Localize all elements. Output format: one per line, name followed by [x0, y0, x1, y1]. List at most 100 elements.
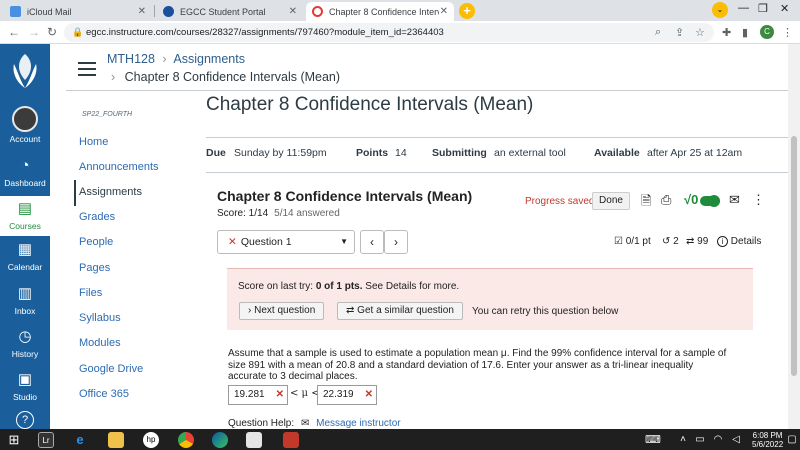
global-navigation: Account ◔ Dashboard ▤ Courses ▦ Calendar…	[0, 44, 50, 429]
available-label: Available	[594, 147, 640, 159]
new-tab-button[interactable]: +	[459, 3, 475, 19]
restore-icon[interactable]: ❐	[758, 2, 768, 15]
chevron-right-icon: ›	[248, 305, 252, 316]
tab-chapter-8[interactable]: Chapter 8 Confidence Intervals (M ✕	[306, 2, 454, 21]
tab-egcc-student-portal[interactable]: EGCC Student Portal ✕	[157, 2, 303, 21]
forward-icon[interactable]: →	[28, 25, 40, 39]
url-bar[interactable]: 🔒 egcc.instructure.com/courses/28327/ass…	[64, 23, 714, 42]
volume-icon[interactable]: ◁	[728, 432, 744, 448]
canvas-favicon-icon	[312, 6, 323, 17]
close-window-icon[interactable]: ✕	[780, 2, 789, 15]
lock-icon: 🔒	[72, 27, 84, 37]
print-icon[interactable]: ⎙	[661, 192, 671, 208]
hp-icon[interactable]: hp	[143, 432, 159, 448]
due-value: Sunday by 11:59pm	[234, 147, 327, 159]
reload-icon[interactable]: ↻	[47, 25, 57, 39]
course-nav-people[interactable]: People	[79, 236, 113, 248]
similar-question-button[interactable]: ⇄ Get a similar question	[337, 302, 463, 320]
bookmark-star-icon[interactable]: ☆	[695, 26, 705, 39]
close-tab-icon[interactable]: ✕	[138, 6, 146, 17]
nav-courses[interactable]: ▤ Courses	[0, 196, 50, 236]
course-nav-assignments[interactable]: Assignments	[79, 186, 142, 198]
course-nav-office-365[interactable]: Office 365	[79, 388, 129, 400]
tab-icloud-mail[interactable]: iCloud Mail ✕	[4, 2, 152, 21]
message-instructor-link[interactable]: Message instructor	[316, 418, 400, 429]
question-points: ☑ 0/1 pt	[614, 236, 651, 247]
details-button[interactable]: i Details	[717, 236, 761, 247]
menu-kebab-icon[interactable]: ⋮	[782, 26, 793, 39]
close-tab-icon[interactable]: ✕	[440, 6, 448, 17]
file-explorer-icon[interactable]	[108, 432, 124, 448]
course-nav-files[interactable]: Files	[79, 287, 102, 299]
lightroom-icon[interactable]: Lr	[38, 432, 54, 448]
upper-bound-input[interactable]: 22.319 ✕	[317, 385, 377, 405]
minimize-icon[interactable]: —	[738, 2, 749, 14]
previous-question-button[interactable]: ‹	[360, 230, 384, 254]
nav-account[interactable]: Account	[0, 106, 50, 144]
done-button[interactable]: Done	[592, 192, 630, 210]
nav-dashboard[interactable]: ◔ Dashboard	[0, 156, 50, 188]
available-value: after Apr 25 at 12am	[647, 147, 743, 159]
next-question-arrow-button[interactable]: ›	[384, 230, 408, 254]
mail-icon[interactable]: ✉	[729, 192, 740, 208]
lower-bound-input[interactable]: 19.281 ✕	[228, 385, 288, 405]
course-nav-google-drive[interactable]: Google Drive	[79, 363, 143, 375]
keyboard-icon[interactable]: ⌨	[645, 432, 661, 448]
hamburger-menu-icon[interactable]	[78, 62, 96, 76]
next-question-button[interactable]: › Next question	[239, 302, 325, 320]
windows-start-icon[interactable]: ⊞	[6, 432, 22, 448]
share-icon[interactable]: ⇪	[675, 26, 684, 39]
icloud-favicon-icon	[10, 6, 21, 17]
breadcrumb-assignments[interactable]: Assignments	[173, 52, 245, 66]
profile-avatar[interactable]: C	[760, 25, 774, 39]
chrome-icon[interactable]	[178, 432, 194, 448]
checkbox-icon: ☑	[614, 236, 623, 247]
mcafee-icon[interactable]	[283, 432, 299, 448]
close-tab-icon[interactable]: ✕	[289, 6, 297, 17]
nav-inbox[interactable]: ▥ Inbox	[0, 284, 50, 316]
course-nav-syllabus[interactable]: Syllabus	[79, 312, 121, 324]
edge-legacy-icon[interactable]: e	[72, 432, 88, 448]
course-nav-pages[interactable]: Pages	[79, 262, 110, 274]
wifi-icon[interactable]: ◠	[710, 432, 726, 448]
notifications-icon[interactable]: ▢	[784, 432, 800, 448]
more-options-icon[interactable]: ⋮	[752, 192, 765, 208]
course-nav-home[interactable]: Home	[79, 136, 108, 148]
calendar-icon: ▦	[17, 241, 33, 258]
question-select[interactable]: ✕ Question 1 ▼	[217, 230, 355, 254]
course-nav-modules[interactable]: Modules	[79, 337, 121, 349]
canvas-logo-icon[interactable]	[8, 50, 42, 94]
course-nav-grades[interactable]: Grades	[79, 211, 115, 223]
store-icon[interactable]	[246, 432, 262, 448]
scrollbar-thumb[interactable]	[791, 136, 797, 376]
page-scrollbar[interactable]	[788, 44, 800, 429]
taskbar-clock[interactable]: 6:08 PM 5/6/2022	[752, 431, 783, 449]
retry-icon: ↺	[662, 236, 671, 247]
chevron-down-icon: ▼	[340, 237, 348, 246]
search-icon[interactable]: ⌕	[655, 26, 661, 39]
nav-history[interactable]: ◷ History	[0, 327, 50, 359]
back-icon[interactable]: ←	[8, 25, 20, 39]
battery-icon[interactable]: ▭	[692, 432, 708, 448]
taskbar: ⊞ Lr e hp ⌨ ˄ ▭ ◠ ◁ 6:08 PM 5/6/2022 ▢	[0, 429, 800, 450]
history-icon: ◷	[18, 328, 32, 345]
breadcrumb-course[interactable]: MTH128	[107, 52, 155, 66]
nav-help[interactable]: ?	[0, 411, 50, 431]
course-nav-announcements[interactable]: Announcements	[79, 161, 159, 173]
quiz-score: Score: 1/14 5/14 answered	[217, 208, 340, 219]
nav-studio[interactable]: ▣ Studio	[0, 370, 50, 402]
math-entry-icon[interactable]: √0	[684, 192, 698, 207]
attempts-remaining: ⇄ 99	[686, 236, 709, 247]
extensions-icon[interactable]: ✚	[722, 26, 731, 39]
side-panel-icon[interactable]: ▮	[742, 26, 748, 39]
info-icon: i	[717, 236, 728, 247]
system-tray-chevron-icon[interactable]: ˄	[675, 432, 691, 448]
tab-search-icon[interactable]: ⌄	[712, 2, 728, 18]
document-icon[interactable]: 🗎	[641, 192, 651, 214]
tab-separator	[154, 5, 155, 17]
nav-calendar[interactable]: ▦ Calendar	[0, 240, 50, 272]
math-entry-toggle[interactable]	[700, 195, 720, 207]
edge-icon[interactable]	[212, 432, 228, 448]
quiz-title: Chapter 8 Confidence Intervals (Mean)	[217, 188, 473, 204]
submitting-value: an external tool	[494, 147, 566, 159]
